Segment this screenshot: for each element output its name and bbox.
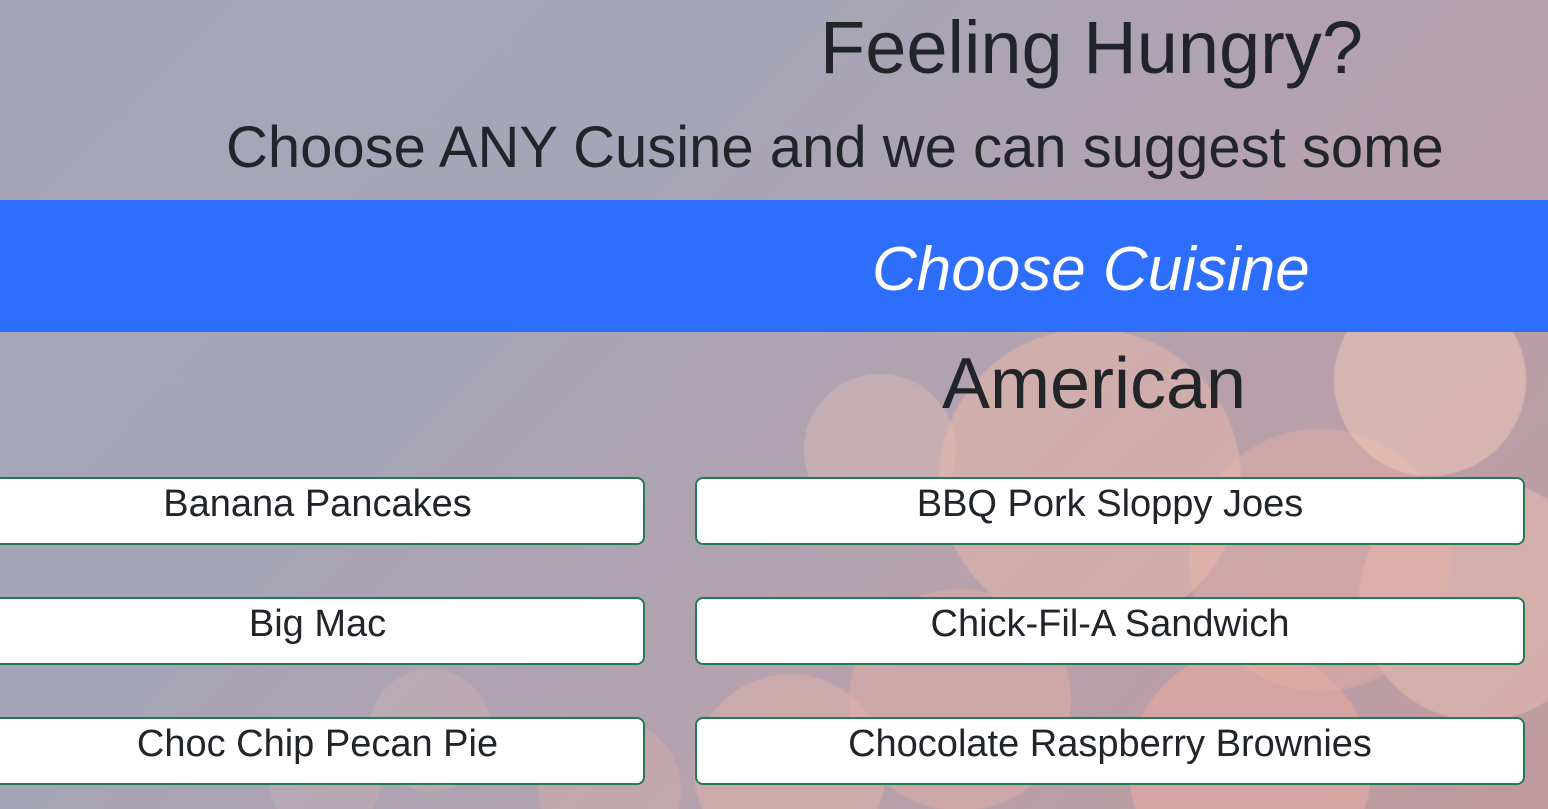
choose-cuisine-button[interactable]: Choose Cuisine [0, 200, 1548, 332]
recipe-button-bbq-pork-sloppy-joes[interactable]: BBQ Pork Sloppy Joes [695, 477, 1525, 545]
recipe-button-big-mac[interactable]: Big Mac [0, 597, 645, 665]
recipe-button-chick-fil-a-sandwich[interactable]: Chick-Fil-A Sandwich [695, 597, 1525, 665]
choose-cuisine-label: Choose Cuisine [872, 235, 1310, 304]
selected-cuisine-heading: American [942, 344, 1247, 424]
recipe-button-banana-pancakes[interactable]: Banana Pancakes [0, 477, 645, 545]
recipe-button-chocolate-raspberry-brownies[interactable]: Chocolate Raspberry Brownies [695, 717, 1525, 785]
page-subtitle: Choose ANY Cusine and we can suggest som… [226, 115, 1444, 180]
recipe-button-choc-chip-pecan-pie[interactable]: Choc Chip Pecan Pie [0, 717, 645, 785]
page-title: Feeling Hungry? [820, 6, 1363, 89]
